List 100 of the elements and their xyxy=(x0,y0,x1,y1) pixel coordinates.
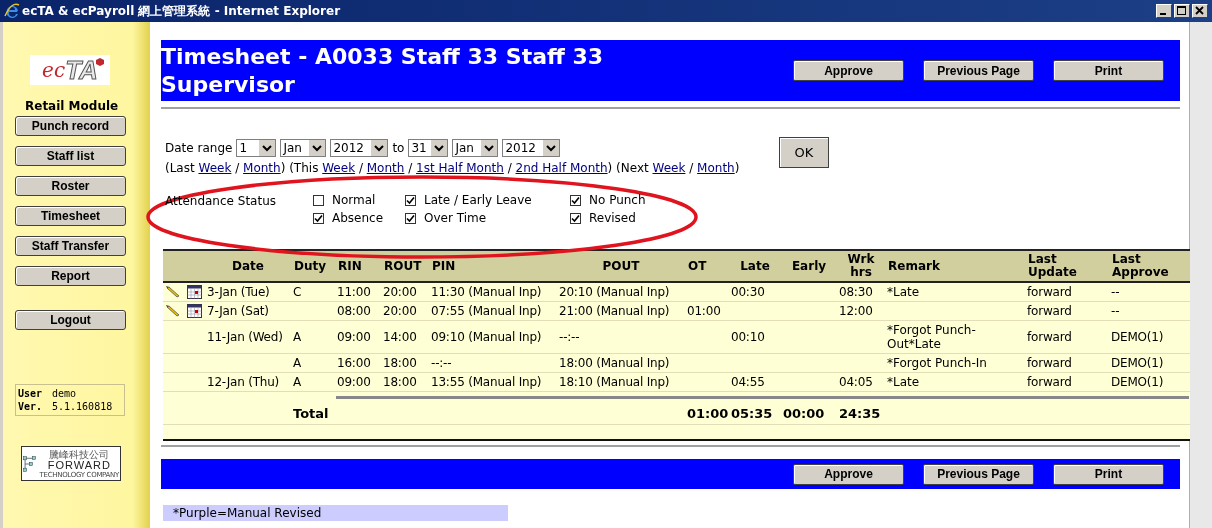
table-cell: A xyxy=(291,372,335,392)
table-cell: forward xyxy=(1025,282,1109,302)
table-cell: 7-Jan (Sat) xyxy=(205,301,291,321)
checkbox[interactable] xyxy=(405,194,416,206)
column-header: OT xyxy=(685,250,729,282)
checkbox[interactable] xyxy=(570,194,581,206)
checkbox[interactable] xyxy=(313,194,324,206)
table-cell: *Forgot Punch-In xyxy=(885,353,1025,373)
day-select[interactable]: 1 xyxy=(236,139,277,157)
column-header: POUT xyxy=(557,250,685,282)
header-button[interactable]: Approve xyxy=(793,60,904,81)
pencil-icon[interactable] xyxy=(165,304,181,318)
range-link[interactable]: 2nd Half Month xyxy=(515,161,608,175)
nav-button[interactable]: Staff list xyxy=(15,146,126,166)
footer-button[interactable]: Approve xyxy=(793,463,904,485)
range-link[interactable]: Week xyxy=(652,161,686,175)
checkbox[interactable] xyxy=(405,212,416,224)
table-cell: 12:00 xyxy=(837,301,885,321)
header-button[interactable]: Previous Page xyxy=(923,60,1034,81)
table-cell: forward xyxy=(1025,372,1109,392)
header-button[interactable]: Print xyxy=(1053,60,1164,81)
caret-icon xyxy=(431,140,448,156)
close-icon[interactable] xyxy=(1192,4,1208,18)
month-select[interactable]: Jan xyxy=(280,139,327,157)
range-link[interactable]: Month xyxy=(243,161,281,175)
range-link[interactable]: Week xyxy=(322,161,356,175)
range-text: / xyxy=(234,161,241,175)
range-link[interactable]: Week xyxy=(198,161,232,175)
table-cell: *Late xyxy=(885,372,1025,392)
range-text: / xyxy=(688,161,695,175)
ok-button[interactable]: OK xyxy=(779,137,829,168)
nav-button[interactable]: Logout xyxy=(15,310,126,330)
total-ot: 01:00 xyxy=(685,403,729,425)
nav-button[interactable]: Roster xyxy=(15,176,126,196)
range-link[interactable]: Month xyxy=(366,161,405,175)
caret-icon xyxy=(481,140,498,156)
table-cell: 20:00 xyxy=(381,282,429,302)
column-header: Remark xyxy=(885,250,1025,282)
year-select[interactable]: 2012 xyxy=(502,139,561,157)
calendar-icon[interactable] xyxy=(187,304,202,318)
table-cell: 07:55 (Manual Inp) xyxy=(429,301,557,321)
table-cell: C xyxy=(291,282,335,302)
caret-icon xyxy=(259,140,276,156)
column-header: Date xyxy=(205,250,291,282)
nav-button[interactable]: Punch record xyxy=(15,116,126,136)
date-range-label: Date range xyxy=(165,141,233,155)
range-text: / xyxy=(506,161,513,175)
table-cell: 08:30 xyxy=(837,282,885,302)
maximize-icon[interactable] xyxy=(1174,4,1190,18)
legend-note: *Purple=Manual Revised xyxy=(163,505,508,521)
table-cell: 08:00 xyxy=(335,301,381,321)
footer-button[interactable]: Previous Page xyxy=(923,463,1034,485)
table-cell: --:-- xyxy=(557,320,685,354)
checkbox-label: Absence xyxy=(332,211,384,225)
table-cell: *Forgot Punch-Out*Late xyxy=(885,320,1025,354)
month-select[interactable]: Jan xyxy=(452,139,499,157)
calendar-icon[interactable] xyxy=(187,285,202,299)
table-cell: 14:00 xyxy=(381,320,429,354)
pencil-icon[interactable] xyxy=(165,285,181,299)
caret-icon xyxy=(309,140,326,156)
footer-button[interactable]: Print xyxy=(1053,463,1164,485)
nav-button[interactable]: Timesheet xyxy=(15,206,126,226)
checkbox-label: Normal xyxy=(332,193,376,207)
table-cell: A xyxy=(291,320,335,354)
table-cell: 09:00 xyxy=(335,320,381,354)
checkbox-label: Late / Early Leave xyxy=(424,193,532,207)
checkbox[interactable] xyxy=(313,212,324,224)
minimize-icon[interactable] xyxy=(1156,4,1172,18)
nav-button[interactable]: Staff Transfer xyxy=(15,236,126,256)
table-cell: 3-Jan (Tue) xyxy=(205,282,291,302)
range-text: / xyxy=(407,161,414,175)
table-cell: 20:00 xyxy=(381,301,429,321)
table-cell: 11:30 (Manual Inp) xyxy=(429,282,557,302)
scrollbar[interactable] xyxy=(1189,22,1212,528)
table-cell: *Late xyxy=(885,282,1025,302)
range-text: ) (Next xyxy=(607,161,650,175)
total-early: 00:00 xyxy=(781,403,837,425)
table-cell: 00:30 xyxy=(729,282,781,302)
page-title: Timesheet - A0033 Staff 33 Staff 33 Supervisor xyxy=(161,42,605,99)
table-cell: 04:55 xyxy=(729,372,781,392)
checkbox[interactable] xyxy=(570,212,581,224)
module-title: Retail Module xyxy=(25,99,119,113)
table-cell: 18:00 xyxy=(381,372,429,392)
browser-icon xyxy=(4,3,20,19)
year-select[interactable]: 2012 xyxy=(330,139,389,157)
table-cell: 11:00 xyxy=(335,282,381,302)
table-cell: forward xyxy=(1025,353,1109,373)
range-link[interactable]: Month xyxy=(697,161,735,175)
user-value: demo xyxy=(52,388,78,399)
range-link[interactable]: 1st Half Month xyxy=(416,161,504,175)
caret-icon xyxy=(371,140,388,156)
table-cell: 20:10 (Manual Inp) xyxy=(557,282,685,302)
table-cell: 18:10 (Manual Inp) xyxy=(557,372,685,392)
day-select[interactable]: 31 xyxy=(408,139,449,157)
table-cell: 00:10 xyxy=(729,320,781,354)
table-cell: 21:00 (Manual Inp) xyxy=(557,301,685,321)
app-logo: ecTA xyxy=(30,55,110,85)
table-cell: 11-Jan (Wed) xyxy=(205,320,291,354)
range-text: / xyxy=(357,161,364,175)
nav-button[interactable]: Report xyxy=(15,266,126,286)
